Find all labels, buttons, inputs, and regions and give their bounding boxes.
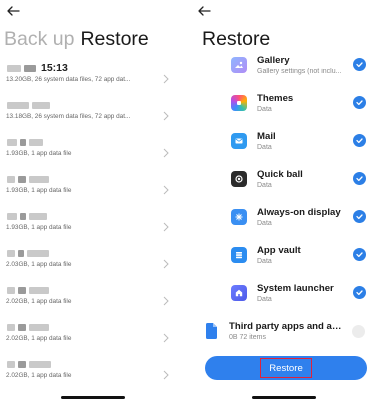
chevron-right-icon <box>162 219 170 232</box>
backup-entry[interactable]: 2.02GB, 1 app data file <box>0 283 186 320</box>
restore-item-list: Gallery Gallery settings (not inclu... T… <box>191 52 377 318</box>
item-subtitle: Data <box>257 258 272 265</box>
themes-icon <box>231 95 247 111</box>
backup-device-name <box>7 173 49 185</box>
backup-time: 15:13 <box>41 62 68 74</box>
checkbox-checked-icon[interactable] <box>353 96 366 109</box>
home-indicator <box>252 396 316 399</box>
chevron-right-icon <box>162 256 170 269</box>
backup-size-info: 1.93GB, 1 app data file <box>6 224 72 231</box>
checkbox-checked-icon[interactable] <box>353 58 366 71</box>
chevron-right-icon <box>162 108 170 121</box>
backup-list: 15:13 13.20GB, 26 system data files, 72 … <box>0 61 186 394</box>
checkbox-checked-icon[interactable] <box>353 172 366 185</box>
quick-ball-icon <box>231 171 247 187</box>
item-label: Mail <box>257 131 276 142</box>
backup-entry[interactable]: 2.02GB, 1 app data file <box>0 357 186 394</box>
backup-device-name <box>7 210 47 222</box>
tab-restore[interactable]: Restore <box>80 28 148 50</box>
back-arrow-icon[interactable] <box>195 2 213 20</box>
item-subtitle: Data <box>257 220 272 227</box>
item-label: Themes <box>257 93 294 104</box>
item-label: Third party apps and app... <box>229 321 345 332</box>
item-label: Quick ball <box>257 169 303 180</box>
chevron-right-icon <box>162 367 170 380</box>
backup-entry[interactable]: 1.93GB, 1 app data file <box>0 172 186 209</box>
backup-entry[interactable]: 1.93GB, 1 app data file <box>0 209 186 246</box>
restore-button[interactable]: Restore <box>205 356 367 380</box>
backup-device-name <box>7 136 43 148</box>
home-indicator <box>61 396 125 399</box>
chevron-right-icon <box>162 293 170 306</box>
always-on-display-icon <box>231 209 247 225</box>
item-subtitle: Data <box>257 144 272 151</box>
restore-item-always-on-display[interactable]: Always-on display Data <box>191 204 377 242</box>
backup-size-info: 2.03GB, 1 app data file <box>6 261 72 268</box>
backup-size-info: 2.02GB, 1 app data file <box>6 335 72 342</box>
checkbox-checked-icon[interactable] <box>353 134 366 147</box>
chevron-right-icon <box>162 330 170 343</box>
chevron-right-icon <box>162 145 170 158</box>
backup-entry[interactable]: 2.02GB, 1 app data file <box>0 320 186 357</box>
tab-back-up[interactable]: Back up <box>4 28 74 50</box>
backup-size-info: 13.18GB, 26 system data files, 72 app da… <box>6 113 131 120</box>
backup-entry[interactable]: 2.03GB, 1 app data file <box>0 246 186 283</box>
checkbox-checked-icon[interactable] <box>353 248 366 261</box>
backup-device-name <box>7 284 49 296</box>
backup-size-info: 1.93GB, 1 app data file <box>6 187 72 194</box>
backup-device-name <box>7 99 50 111</box>
checkbox-checked-icon[interactable] <box>353 286 366 299</box>
item-subtitle: Gallery settings (not inclu... <box>257 68 342 75</box>
checkbox-unchecked-icon[interactable] <box>352 325 365 338</box>
backup-device-name <box>7 247 49 259</box>
item-subtitle: Data <box>257 106 272 113</box>
backup-device-name <box>7 358 51 370</box>
restore-item-app-vault[interactable]: App vault Data <box>191 242 377 280</box>
file-icon <box>206 323 217 339</box>
backup-device-name <box>7 321 49 333</box>
restore-screen: Restore Gallery Gallery settings (not in… <box>191 0 377 407</box>
page-title: Restore <box>202 28 271 50</box>
backup-size-info: 1.93GB, 1 app data file <box>6 150 72 157</box>
system-launcher-icon <box>231 285 247 301</box>
chevron-right-icon <box>162 71 170 84</box>
item-label: System launcher <box>257 283 334 294</box>
backup-device-name: 15:13 <box>7 62 68 74</box>
backup-restore-tabs: Back up Restore <box>4 28 149 51</box>
backup-entry[interactable]: 1.93GB, 1 app data file <box>0 135 186 172</box>
item-label: Always-on display <box>257 207 341 218</box>
restore-item-mail[interactable]: Mail Data <box>191 128 377 166</box>
backup-list-screen: Back up Restore 15:13 13.20GB, 26 system … <box>0 0 186 407</box>
checkbox-checked-icon[interactable] <box>353 210 366 223</box>
item-subtitle: Data <box>257 182 272 189</box>
restore-item-quick-ball[interactable]: Quick ball Data <box>191 166 377 204</box>
backup-size-info: 13.20GB, 26 system data files, 72 app da… <box>6 76 131 83</box>
gallery-icon <box>231 57 247 73</box>
chevron-right-icon <box>162 182 170 195</box>
restore-button-label: Restore <box>260 358 312 378</box>
restore-item-system-launcher[interactable]: System launcher Data <box>191 280 377 318</box>
item-label: Gallery <box>257 55 290 66</box>
backup-size-info: 2.02GB, 1 app data file <box>6 298 72 305</box>
backup-size-info: 2.02GB, 1 app data file <box>6 372 72 379</box>
item-subtitle: Data <box>257 296 272 303</box>
item-subtitle: 0B 72 items <box>229 334 266 341</box>
third-party-apps-item[interactable]: Third party apps and app... 0B 72 items <box>191 318 377 348</box>
back-arrow-icon[interactable] <box>4 2 22 20</box>
app-vault-icon <box>231 247 247 263</box>
restore-item-gallery[interactable]: Gallery Gallery settings (not inclu... <box>191 52 377 90</box>
backup-entry[interactable]: 13.18GB, 26 system data files, 72 app da… <box>0 98 186 135</box>
restore-item-themes[interactable]: Themes Data <box>191 90 377 128</box>
item-label: App vault <box>257 245 301 256</box>
mail-icon <box>231 133 247 149</box>
backup-entry[interactable]: 15:13 13.20GB, 26 system data files, 72 … <box>0 61 186 98</box>
